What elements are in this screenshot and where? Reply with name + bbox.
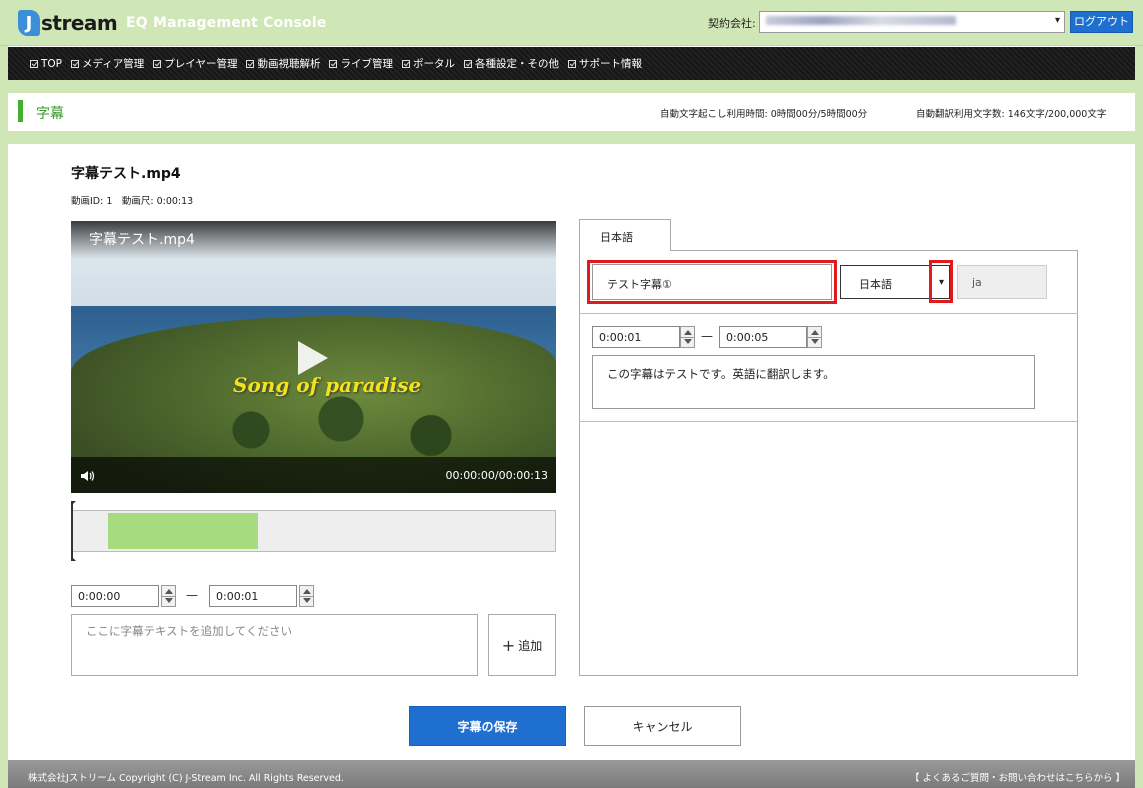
volume-icon[interactable] (81, 470, 95, 482)
start-time-input[interactable]: 0:00:00 (71, 585, 159, 607)
video-title: 字幕テスト.mp4 (71, 166, 181, 182)
nav-item-portal[interactable]: ポータル (401, 56, 455, 71)
app-header: J stream EQ Management Console 契約会社: ▾ ロ… (0, 0, 1143, 46)
checkbox-icon (567, 59, 576, 68)
support-link[interactable]: 【 よくあるご質問・お問い合わせはこちらから 】 (910, 770, 1125, 784)
entry-end-stepper[interactable] (807, 326, 822, 348)
stepper-divider (681, 337, 694, 338)
player-controls: 00:00:00/00:00:13 (71, 457, 556, 493)
page-bar-strip (8, 131, 1135, 144)
checkbox-icon (71, 59, 80, 68)
copyright-text: 株式会社Jストリーム Copyright (C) J-Stream Inc. A… (28, 773, 344, 784)
time-range-dash: — (701, 329, 713, 343)
nav-label: 各種設定・その他 (474, 58, 559, 70)
highlight-box-language-dropdown (929, 260, 953, 303)
nav-item-analytics[interactable]: 動画視聴解析 (246, 56, 320, 71)
nav-item-top[interactable]: TOP (30, 58, 62, 70)
nav-item-player[interactable]: プレイヤー管理 (153, 56, 237, 71)
plus-icon: + (501, 635, 516, 655)
timeline-cursor[interactable] (71, 501, 76, 561)
logout-button[interactable]: ログアウト (1070, 11, 1133, 33)
contract-select[interactable]: ▾ (759, 11, 1065, 33)
main-nav: TOP メディア管理 プレイヤー管理 動画視聴解析 ライブ管理 ポータル 各種設… (8, 47, 1135, 80)
jstream-logo[interactable]: J stream (18, 9, 118, 37)
stepper-divider (300, 596, 313, 597)
subtitle-timeline[interactable] (71, 510, 556, 552)
title-marker (18, 100, 23, 122)
nav-item-settings[interactable]: 各種設定・その他 (463, 56, 559, 71)
nav-label: メディア管理 (82, 58, 145, 70)
frame-right (1135, 0, 1143, 788)
nav-item-media[interactable]: メディア管理 (71, 56, 144, 71)
stepper-divider (808, 337, 821, 338)
nav-label: ライブ管理 (340, 58, 393, 70)
frame-separator (0, 80, 1143, 93)
add-label: 追加 (518, 638, 543, 653)
entry-start-stepper[interactable] (680, 326, 695, 348)
footer: 株式会社Jストリーム Copyright (C) J-Stream Inc. A… (8, 760, 1135, 788)
play-icon[interactable] (298, 341, 328, 375)
logo-mark: J (18, 10, 40, 36)
subtitle-text-input[interactable]: ここに字幕テキストを追加してください (71, 614, 478, 676)
nav-item-live[interactable]: ライブ管理 (329, 56, 393, 71)
entry-text-input[interactable]: この字幕はテストです。英語に翻訳します。 (592, 355, 1035, 409)
nav-item-support[interactable]: サポート情報 (567, 56, 642, 71)
checkbox-icon (401, 59, 410, 68)
video-player[interactable]: 字幕テスト.mp4 Song of paradise 00:00:00/00:0… (71, 221, 556, 493)
panel-divider (579, 421, 1078, 422)
nav-label: ポータル (412, 58, 455, 70)
stepper-divider (162, 596, 175, 597)
highlight-box-track-name (587, 260, 837, 304)
entry-start-time-input[interactable]: 0:00:01 (592, 326, 680, 348)
add-subtitle-button[interactable]: + 追加 (488, 614, 556, 676)
nav-label: TOP (41, 57, 63, 70)
page-title: 字幕 (36, 106, 64, 122)
translate-usage: 自動翻訳利用文字数: 146文字/200,000文字 (916, 109, 1107, 120)
entry-end-time-input[interactable]: 0:00:05 (719, 326, 807, 348)
chevron-down-icon: ▾ (1054, 15, 1060, 26)
video-meta: 動画ID: 1 動画尺: 0:00:13 (71, 196, 194, 207)
page-title-bar: 字幕 自動文字起こし利用時間: 0時間00分/5時間00分 自動翻訳利用文字数:… (8, 93, 1135, 131)
end-time-stepper[interactable] (299, 585, 314, 607)
nav-label: 動画視聴解析 (257, 58, 321, 70)
logo-text: stream (41, 11, 118, 35)
player-video-name: 字幕テスト.mp4 (89, 232, 195, 248)
cancel-button[interactable]: キャンセル (584, 706, 741, 746)
contract-name-blurred (766, 15, 956, 25)
timeline-selected-range[interactable] (108, 513, 258, 549)
end-time-input[interactable]: 0:00:01 (209, 585, 297, 607)
nav-label: プレイヤー管理 (164, 58, 238, 70)
checkbox-icon (30, 59, 38, 68)
checkbox-icon (463, 59, 472, 68)
checkbox-icon (329, 59, 338, 68)
checkbox-icon (153, 59, 162, 68)
tab-japanese[interactable]: 日本語 (579, 219, 671, 251)
frame-left (0, 0, 8, 788)
contract-label: 契約会社: (708, 17, 756, 30)
console-title: EQ Management Console (126, 15, 327, 31)
player-time-display: 00:00:00/00:00:13 (445, 469, 548, 482)
time-range-dash: — (186, 588, 198, 602)
checkbox-icon (246, 59, 255, 68)
save-subtitles-button[interactable]: 字幕の保存 (409, 706, 566, 746)
video-overlay-text: Song of paradise (233, 373, 422, 397)
nav-label: サポート情報 (578, 58, 642, 70)
language-code-field: ja (957, 265, 1047, 299)
start-time-stepper[interactable] (161, 585, 176, 607)
panel-divider (579, 313, 1078, 314)
transcribe-usage: 自動文字起こし利用時間: 0時間00分/5時間00分 (660, 109, 868, 120)
language-selected-value: 日本語 (859, 278, 892, 291)
